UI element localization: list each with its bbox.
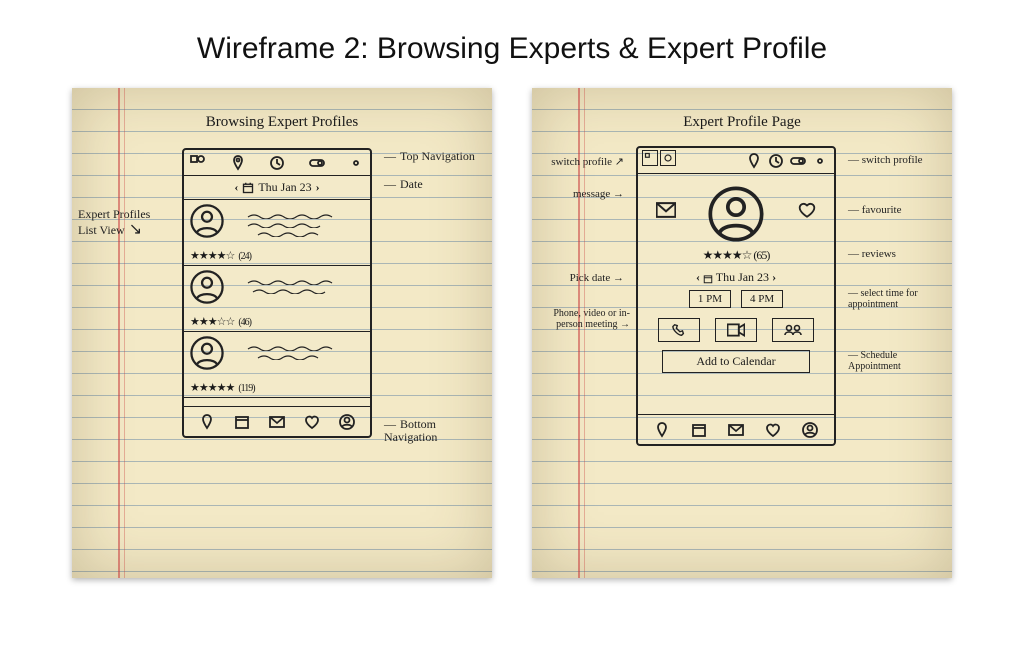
phone-meeting-icon[interactable]: [658, 318, 700, 342]
favourite-icon[interactable]: [798, 202, 816, 218]
nav-profile-icon[interactable]: [802, 422, 818, 438]
nav-profile-icon[interactable]: [339, 414, 355, 430]
anno-date: —Date: [384, 178, 423, 191]
anno-botnav: —Bottom Navigation: [384, 418, 492, 444]
chevron-right-icon[interactable]: ›: [316, 180, 320, 195]
avatar-icon: [190, 336, 224, 370]
bottom-nav: [638, 414, 834, 444]
date-text: Thu Jan 23: [258, 180, 311, 195]
expert-avatar: [708, 186, 764, 242]
nav-heart-icon[interactable]: [304, 414, 320, 430]
nav-calendar-icon[interactable]: [691, 422, 707, 438]
time-slot[interactable]: 1 PM: [689, 290, 731, 308]
clock-icon: [269, 155, 285, 171]
rating: ★★★☆☆(46): [190, 315, 251, 328]
anno-list: Expert Profiles List View ↘: [78, 208, 158, 239]
location-icon: [230, 155, 246, 171]
rating: ★★★★★(119): [190, 381, 255, 394]
toggle-icon: [309, 155, 325, 171]
menu-dot-icon: [348, 155, 364, 171]
page-title: Wireframe 2: Browsing Experts & Expert P…: [0, 0, 1024, 88]
nav-calendar-icon[interactable]: [234, 414, 250, 430]
chevron-right-icon[interactable]: ›: [772, 270, 776, 284]
avatar-icon: [190, 270, 224, 304]
nav-heart-icon[interactable]: [765, 422, 781, 438]
avatar-icon: [190, 204, 224, 238]
location-icon: [746, 153, 762, 169]
frames-row: Browsing Expert Profiles ‹ Thu Jan 23 ›: [0, 88, 1024, 578]
meeting-type: [658, 318, 814, 342]
notepad-left: Browsing Expert Profiles ‹ Thu Jan 23 ›: [72, 88, 492, 578]
inperson-meeting-icon[interactable]: [772, 318, 814, 342]
rating: ★★★★☆ (65): [638, 248, 834, 263]
profile-switch[interactable]: [642, 150, 676, 166]
anno-meeting: Phone, video or in-person meeting →: [538, 308, 630, 330]
anno-switch-l: switch profile ↗: [544, 156, 624, 168]
chevron-left-icon[interactable]: ‹: [234, 180, 238, 195]
chevron-left-icon[interactable]: ‹: [696, 270, 700, 284]
switch-profile-icon: [190, 155, 206, 171]
nav-mail-icon[interactable]: [269, 414, 285, 430]
nav-location-icon[interactable]: [654, 422, 670, 438]
date-picker[interactable]: ‹ Thu Jan 23 ›: [638, 270, 834, 285]
time-slots: 1 PM 4 PM: [658, 290, 814, 308]
date-picker[interactable]: ‹ Thu Jan 23 ›: [184, 176, 370, 200]
phone-sketch-left: ‹ Thu Jan 23 › ★★★★☆(24): [182, 148, 372, 438]
phone-sketch-right: ★★★★☆ (65) ‹ Thu Jan 23 › 1 PM 4 PM Add …: [636, 146, 836, 446]
anno-switch-r: — switch profile: [848, 154, 923, 166]
expert-description: [232, 204, 364, 261]
sketch-heading-right: Expert Profile Page: [532, 114, 952, 131]
expert-list-item[interactable]: ★★★★★(119): [184, 332, 370, 398]
anno-reviews: — reviews: [848, 248, 896, 260]
nav-location-icon[interactable]: [199, 414, 215, 430]
time-slot[interactable]: 4 PM: [741, 290, 783, 308]
anno-pickdate: Pick date →: [544, 272, 624, 284]
bottom-nav: [184, 406, 370, 436]
anno-message: message →: [544, 188, 624, 200]
expert-list-item[interactable]: ★★★☆☆(46): [184, 266, 370, 332]
sketch-heading-left: Browsing Expert Profiles: [72, 114, 492, 131]
nav-mail-icon[interactable]: [728, 422, 744, 438]
menu-dot-icon: [812, 153, 828, 169]
expert-list-item[interactable]: ★★★★☆(24): [184, 200, 370, 266]
switch-profile-icon: [642, 150, 658, 166]
anno-topnav: —Top Navigation: [384, 150, 475, 163]
anno-schedule: — Schedule Appointment: [848, 350, 944, 372]
toggle-icon: [790, 153, 806, 169]
switch-profile-icon: [660, 150, 676, 166]
anno-fav: — favourite: [848, 204, 901, 216]
top-nav: [184, 150, 370, 176]
notepad-right: Expert Profile Page ★★★★☆ (65) ‹ Thu Jan…: [532, 88, 952, 578]
clock-icon: [768, 153, 784, 169]
calendar-icon: [242, 182, 254, 194]
message-icon[interactable]: [656, 202, 676, 218]
add-calendar-button[interactable]: Add to Calendar: [662, 350, 810, 373]
expert-description: [232, 270, 364, 327]
rating: ★★★★☆(24): [190, 249, 251, 262]
video-meeting-icon[interactable]: [715, 318, 757, 342]
anno-select-time: — select time for appointment: [848, 288, 944, 310]
